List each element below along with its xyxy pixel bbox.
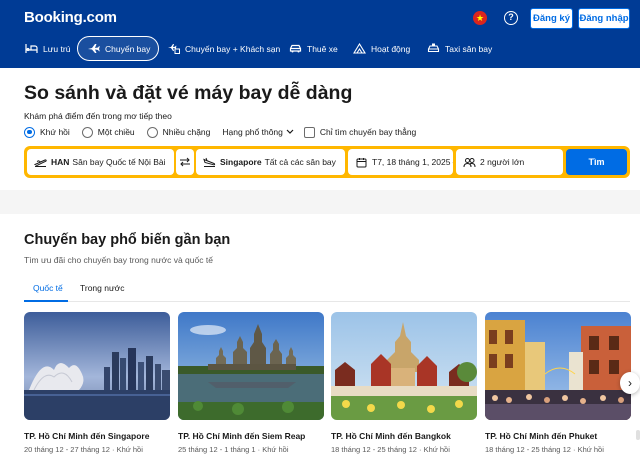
- nav-label: Chuyến bay + Khách sạn: [185, 43, 281, 54]
- travellers-value: 2 người lớn: [480, 157, 525, 167]
- nav-car-rental[interactable]: Thuê xe: [280, 36, 346, 61]
- date-value: T7, 18 tháng 1, 2025 —: [372, 157, 453, 167]
- nav-label: Taxi sân bay: [445, 43, 493, 54]
- attractions-icon: [352, 43, 366, 55]
- chevron-down-icon: [286, 129, 294, 134]
- swap-button[interactable]: [176, 149, 194, 175]
- card-dates: 18 tháng 12 - 25 tháng 12 · Khứ hồi: [331, 445, 450, 454]
- scrollbar[interactable]: [636, 430, 640, 440]
- car-icon: [288, 43, 302, 55]
- section-divider: [0, 190, 640, 214]
- destination-card[interactable]: TP. Hồ Chí Minh đến Singapore 20 tháng 1…: [24, 312, 170, 454]
- search-bar: HAN Sân bay Quốc tế Nội Bài Singapore Tấ…: [24, 146, 630, 178]
- register-button[interactable]: Đăng ký: [530, 8, 573, 29]
- cabin-class-select[interactable]: Hạng phổ thông: [222, 127, 294, 137]
- chevron-right-icon: ›: [628, 376, 632, 390]
- plane-landing-icon: [202, 156, 216, 168]
- swap-arrows-icon: [180, 157, 190, 167]
- trip-type-one-way[interactable]: Một chiều: [81, 126, 135, 138]
- nav-attractions[interactable]: Hoạt động: [344, 36, 418, 61]
- popular-title: Chuyến bay phổ biến gần bạn: [24, 232, 231, 248]
- card-dates: 20 tháng 12 - 27 tháng 12 · Khứ hồi: [24, 445, 143, 454]
- siem-reap-photo[interactable]: [178, 312, 324, 420]
- nav-flights[interactable]: Chuyến bay: [77, 36, 160, 61]
- search-button[interactable]: Tìm: [566, 149, 627, 175]
- destination-code: Singapore: [220, 157, 262, 167]
- bed-icon: [24, 43, 38, 55]
- radio[interactable]: [146, 126, 158, 138]
- people-icon: [462, 156, 476, 168]
- page-subtitle: Khám phá điểm đến trong mơ tiếp theo: [24, 111, 172, 121]
- popular-subtitle: Tìm ưu đãi cho chuyến bay trong nước và …: [24, 255, 213, 265]
- direct-flights-checkbox[interactable]: Chỉ tìm chuyến bay thẳng: [303, 126, 417, 138]
- travellers-field[interactable]: 2 người lớn: [456, 149, 563, 175]
- trip-type-label: Nhiều chặng: [162, 127, 211, 137]
- destination-name: Tất cả các sân bay: [264, 157, 336, 167]
- login-button[interactable]: Đăng nhập: [578, 8, 630, 29]
- cabin-class-label: Hạng phổ thông: [222, 127, 283, 137]
- plane-takeoff-icon: [33, 156, 47, 168]
- page-title: So sánh và đặt vé máy bay dễ dàng: [24, 82, 353, 104]
- nav-stays[interactable]: Lưu trú: [16, 36, 78, 61]
- trip-type-label: Một chiều: [97, 127, 135, 137]
- card-dates: 25 tháng 12 - 1 tháng 1 · Khứ hồi: [178, 445, 289, 454]
- nav-label: Thuê xe: [307, 43, 338, 54]
- card-title: TP. Hồ Chí Minh đến Phuket: [485, 431, 598, 441]
- top-header: Booking.com ★ ? Đăng ký Đăng nhập Lưu tr…: [0, 0, 640, 68]
- nav-airport-taxi[interactable]: Taxi sân bay: [418, 36, 500, 61]
- phuket-photo[interactable]: [485, 312, 631, 420]
- help-icon[interactable]: ?: [504, 11, 518, 25]
- nav-label: Lưu trú: [43, 43, 71, 54]
- plane-hotel-icon: [166, 43, 180, 55]
- calendar-icon: [354, 156, 368, 168]
- vietnam-flag-icon[interactable]: ★: [473, 11, 487, 25]
- destination-card[interactable]: TP. Hồ Chí Minh đến Phuket 18 tháng 12 -…: [485, 312, 631, 454]
- nav-label: Chuyến bay: [105, 43, 151, 54]
- search-options: Khứ hồi Một chiều Nhiều chặng Hạng phổ t…: [24, 125, 428, 139]
- tab-international[interactable]: Quốc tế: [33, 283, 63, 293]
- card-title: TP. Hồ Chí Minh đến Singapore: [24, 431, 150, 441]
- checkbox[interactable]: [303, 126, 315, 138]
- card-dates: 18 tháng 12 - 25 tháng 12 · Khứ hồi: [485, 445, 604, 454]
- active-tab-indicator: [24, 300, 68, 302]
- trip-type-round-trip[interactable]: Khứ hồi: [24, 126, 70, 138]
- booking-logo[interactable]: Booking.com: [24, 9, 117, 26]
- singapore-photo[interactable]: [24, 312, 170, 420]
- carousel-next-button[interactable]: ›: [620, 372, 640, 394]
- origin-field[interactable]: HAN Sân bay Quốc tế Nội Bài: [27, 149, 174, 175]
- destination-field[interactable]: Singapore Tất cả các sân bay: [196, 149, 345, 175]
- destination-card[interactable]: TP. Hồ Chí Minh đến Siem Reap 25 tháng 1…: [178, 312, 324, 454]
- tab-domestic[interactable]: Trong nước: [80, 283, 125, 293]
- nav-flight-hotel[interactable]: Chuyến bay + Khách sạn: [158, 36, 288, 61]
- taxi-icon: [426, 43, 440, 55]
- card-title: TP. Hồ Chí Minh đến Bangkok: [331, 431, 451, 441]
- card-title: TP. Hồ Chí Minh đến Siem Reap: [178, 431, 306, 441]
- trip-type-label: Khứ hồi: [40, 127, 70, 137]
- nav-label: Hoạt động: [371, 43, 411, 54]
- destination-card[interactable]: TP. Hồ Chí Minh đến Bangkok 18 tháng 12 …: [331, 312, 477, 454]
- plane-icon: [86, 43, 100, 55]
- radio[interactable]: [81, 126, 93, 138]
- popular-tabs: Quốc tế Trong nước: [24, 278, 630, 302]
- origin-code: HAN: [51, 157, 70, 167]
- direct-flights-label: Chỉ tìm chuyến bay thẳng: [319, 127, 417, 137]
- bangkok-photo[interactable]: [331, 312, 477, 420]
- radio-selected[interactable]: [24, 126, 35, 138]
- trip-type-multi-city[interactable]: Nhiều chặng: [146, 126, 211, 138]
- origin-name: Sân bay Quốc tế Nội Bài: [72, 157, 166, 167]
- date-field[interactable]: T7, 18 tháng 1, 2025 —: [348, 149, 453, 175]
